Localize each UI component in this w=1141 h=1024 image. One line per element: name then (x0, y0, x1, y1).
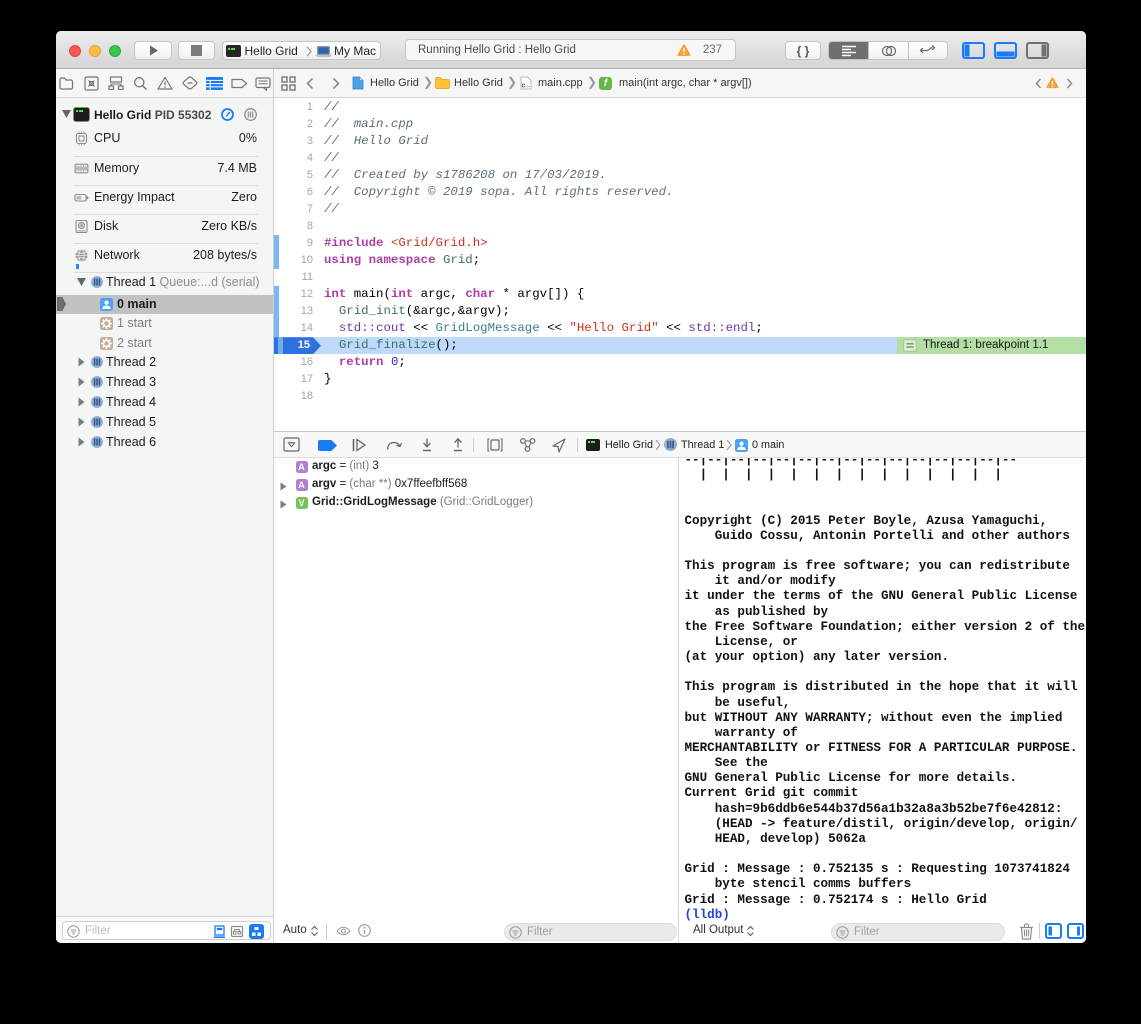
svg-text:↔: ↔ (525, 84, 531, 90)
